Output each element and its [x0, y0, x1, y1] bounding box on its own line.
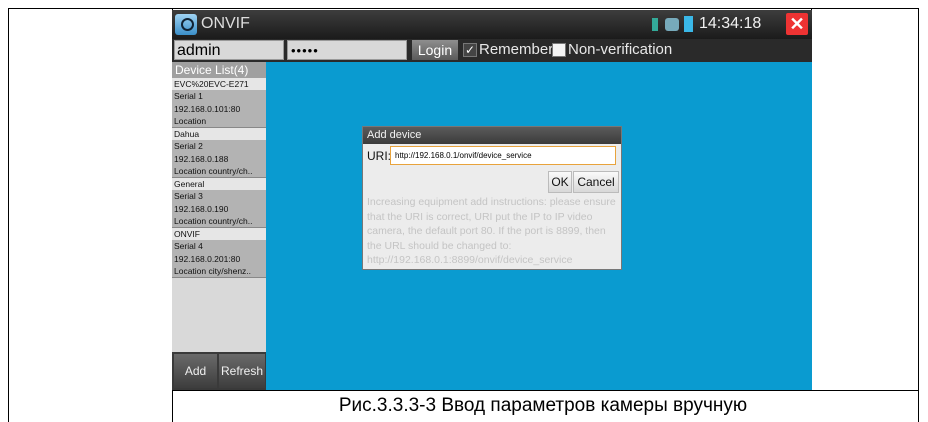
- frame-caption-line: [172, 390, 918, 391]
- device-name: Dahua: [172, 128, 266, 141]
- sim-icon: [652, 18, 658, 31]
- uri-input[interactable]: http://192.168.0.1/onvif/device_service: [390, 146, 616, 165]
- password-input[interactable]: •••••: [287, 40, 407, 60]
- device-location: Location city/shenz..: [174, 265, 252, 276]
- battery-icon: [684, 16, 693, 32]
- nonverification-checkbox[interactable]: [552, 43, 566, 57]
- device-list-item[interactable]: Dahua Serial 2 192.168.0.188 Location count…: [172, 128, 266, 178]
- add-button[interactable]: Add: [174, 354, 217, 388]
- device-list-panel: Device List(4) EVC%20EVC-E271 Serial 1 192…: [172, 62, 266, 390]
- device-list-item[interactable]: EVC%20EVC-E271 Serial 1 192.168.0.101:80 Lo…: [172, 78, 266, 128]
- device-list-actions: Add Refresh: [172, 352, 266, 390]
- device-list-header: Device List(4): [172, 62, 266, 78]
- close-button[interactable]: ✕: [786, 13, 808, 35]
- frame-right-line: [918, 8, 919, 422]
- device-serial: Serial 2: [174, 141, 203, 152]
- add-device-dialog: Add device URI: http://192.168.0.1/onvif…: [362, 126, 622, 270]
- device-location: Location country/ch..: [174, 215, 253, 226]
- onvif-app-icon: [175, 14, 197, 35]
- device-address: 192.168.0.188: [174, 153, 229, 164]
- login-button[interactable]: Login: [412, 40, 458, 60]
- device-name: General: [172, 178, 266, 191]
- device-serial: Serial 3: [174, 191, 203, 202]
- device-list-item[interactable]: General Serial 3 192.168.0.190 Location cou…: [172, 178, 266, 228]
- login-bar: admin ••••• Login ✓ Remember Non-verific…: [172, 39, 812, 62]
- device-address: 192.168.0.101:80: [174, 103, 241, 114]
- usb-icon: [665, 18, 679, 31]
- uri-label: URI:: [367, 149, 391, 163]
- device-list-item[interactable]: ONVIF Serial 4 192.168.0.201:80 Location ci…: [172, 228, 266, 278]
- device-name: ONVIF: [172, 228, 266, 241]
- device-serial: Serial 1: [174, 91, 203, 102]
- clock: 14:34:18: [699, 15, 762, 32]
- device-address: 192.168.0.201:80: [174, 253, 241, 264]
- device-name: EVC%20EVC-E271: [172, 78, 266, 91]
- dialog-help-text: Increasing equipment add instructions: p…: [367, 196, 616, 267]
- refresh-button[interactable]: Refresh: [219, 354, 265, 388]
- frame-left-line: [8, 8, 9, 422]
- nonverification-label: Non-verification: [568, 41, 673, 58]
- device-serial: Serial 4: [174, 241, 203, 252]
- app-title: ONVIF: [201, 15, 250, 32]
- ok-button[interactable]: OK: [548, 171, 572, 193]
- device-location: Location: [174, 115, 207, 126]
- figure-caption: Рис.3.3.3-3 Ввод параметров камеры вручн…: [338, 395, 748, 416]
- device-location: Location country/ch..: [174, 165, 253, 176]
- dialog-title: Add device: [363, 127, 621, 144]
- frame-top-line: [8, 8, 919, 9]
- cancel-button[interactable]: Cancel: [573, 171, 619, 193]
- device-screen: ONVIF 14:34:18 ✕ admin ••••• Login ✓ Rem…: [172, 10, 812, 390]
- remember-label: Remember: [479, 41, 554, 58]
- remember-checkbox[interactable]: ✓: [463, 43, 477, 57]
- device-address: 192.168.0.190: [174, 203, 229, 214]
- username-input[interactable]: admin: [174, 40, 284, 60]
- status-bar: ONVIF 14:34:18 ✕: [172, 10, 812, 39]
